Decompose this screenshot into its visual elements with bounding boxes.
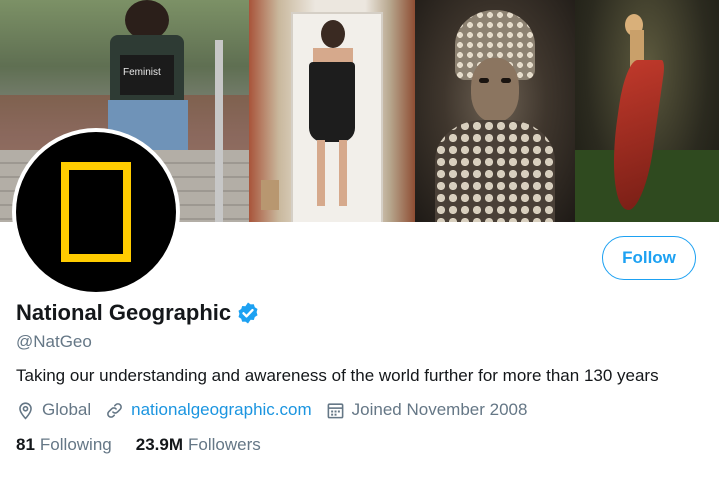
following-stat[interactable]: 81 Following: [16, 435, 112, 455]
profile-name-row: National Geographic: [16, 300, 260, 326]
follow-button[interactable]: Follow: [602, 236, 696, 280]
followers-count: 23.9M: [135, 435, 183, 454]
calendar-icon: [327, 402, 344, 418]
link-icon: [107, 402, 123, 418]
banner-shirt-text: Feminist: [123, 67, 161, 78]
yellow-rectangle-logo-icon: [61, 162, 131, 262]
banner-photo-2: [249, 0, 415, 222]
followers-stat[interactable]: 23.9M Followers: [136, 435, 261, 455]
location-icon: [19, 402, 32, 420]
profile-avatar[interactable]: [12, 128, 180, 296]
following-count: 81: [16, 435, 35, 454]
natgeo-logo: [16, 132, 176, 292]
location-text: Global: [42, 400, 92, 419]
joined-item: Joined November 2008: [326, 400, 528, 420]
joined-text: Joined November 2008: [351, 400, 528, 419]
banner-photo-4: [575, 0, 719, 222]
profile-meta: Global nationalgeographic.com Joined Nov…: [16, 400, 541, 420]
profile-handle: @NatGeo: [16, 332, 92, 351]
website-link[interactable]: nationalgeographic.com: [131, 400, 312, 420]
profile-stats: 81 Following 23.9M Followers: [16, 435, 285, 455]
following-label: Following: [39, 435, 112, 454]
followers-label: Followers: [187, 435, 261, 454]
location-item: Global: [16, 400, 91, 420]
verified-badge-icon: [238, 302, 258, 324]
profile-name: National Geographic: [16, 300, 232, 325]
banner-photo-3: [415, 0, 575, 222]
profile-bio: Taking our understanding and awareness o…: [16, 366, 659, 385]
website-item[interactable]: nationalgeographic.com: [105, 400, 312, 420]
